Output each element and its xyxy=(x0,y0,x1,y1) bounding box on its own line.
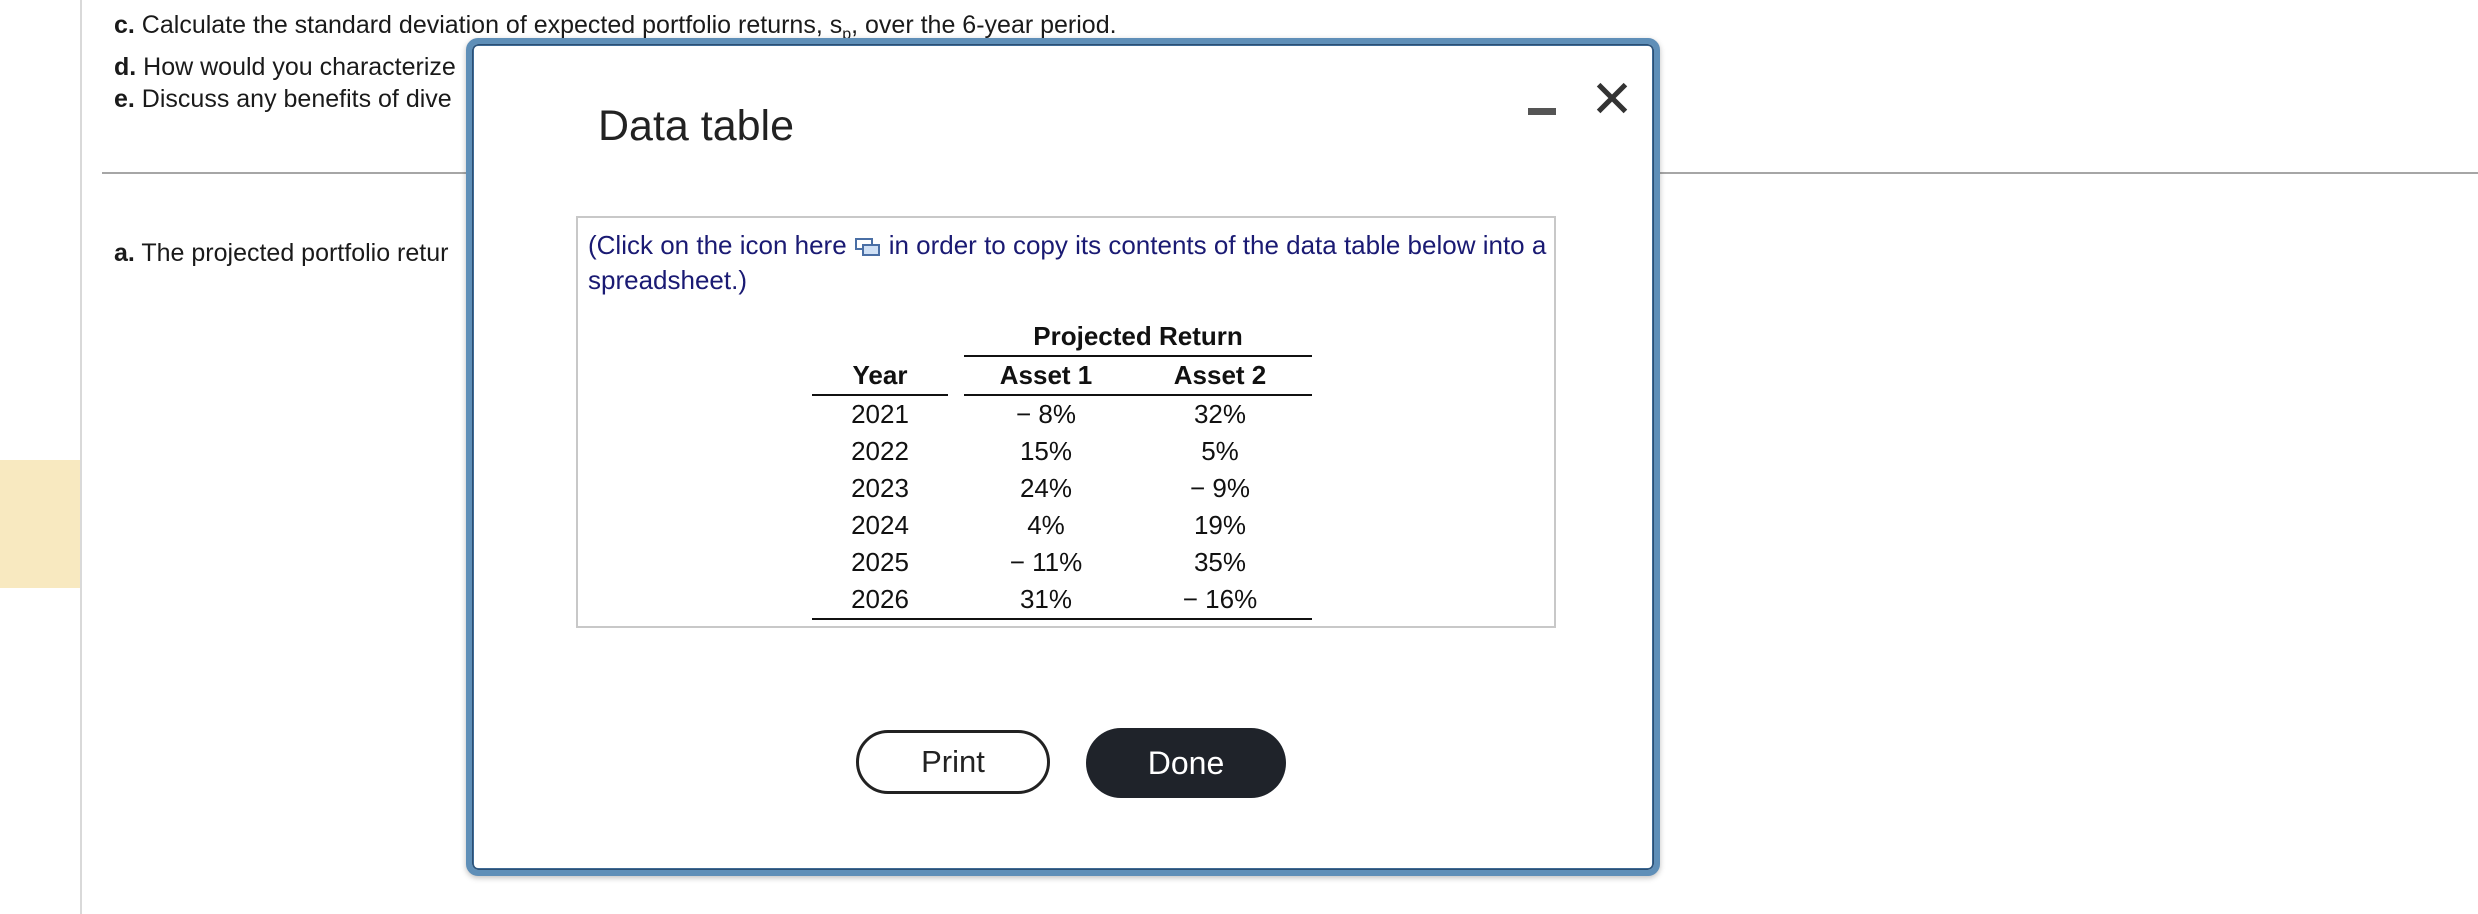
header-asset-1: Asset 1 xyxy=(964,356,1128,396)
data-table-box: (Click on the icon here in order to copy … xyxy=(576,216,1556,628)
section-divider-left xyxy=(102,172,472,174)
cell-asset-1: − 11% xyxy=(1009,547,1083,577)
header-asset-2: Asset 2 xyxy=(1128,356,1312,396)
copy-instruction-prefix: (Click on the icon here xyxy=(588,230,847,260)
print-button[interactable]: Print xyxy=(856,730,1050,794)
cell-asset-1: 4% xyxy=(1027,510,1065,540)
cell-asset-1: 15% xyxy=(1019,436,1073,466)
left-highlight-marker xyxy=(0,460,80,588)
table-row: 2025 − 11% 35% xyxy=(812,544,1312,581)
cell-asset-2: 19% xyxy=(1193,510,1247,540)
minimize-icon[interactable] xyxy=(1524,92,1560,128)
question-d: d. How would you characterize xyxy=(114,53,456,81)
cell-year: 2023 xyxy=(851,473,909,503)
cell-asset-1: − 8% xyxy=(1016,399,1076,429)
section-divider-right xyxy=(1660,172,2478,174)
header-year: Year xyxy=(812,356,948,396)
projected-return-table: Projected Return Year Asset 1 Asset 2 20… xyxy=(812,318,1312,620)
copy-instruction: (Click on the icon here in order to copy … xyxy=(588,228,1548,298)
answer-a: a. The projected portfolio retur xyxy=(114,239,449,267)
table-row: 2023 24% − 9% xyxy=(812,470,1312,507)
copy-to-spreadsheet-icon[interactable] xyxy=(854,236,881,258)
cell-year: 2026 xyxy=(812,581,948,620)
cell-asset-2: − 9% xyxy=(1190,473,1250,503)
cell-year: 2025 xyxy=(851,547,909,577)
cell-asset-2: 35% xyxy=(1193,547,1247,577)
question-e: e. Discuss any benefits of dive xyxy=(114,85,452,113)
table-row: 2022 15% 5% xyxy=(812,433,1312,470)
done-button[interactable]: Done xyxy=(1086,728,1286,798)
table-row: 2021 − 8% 32% xyxy=(812,395,1312,433)
cell-asset-2: 5% xyxy=(1201,436,1239,466)
dialog-title: Data table xyxy=(598,102,795,150)
table-row: 2024 4% 19% xyxy=(812,507,1312,544)
cell-year: 2021 xyxy=(851,399,909,429)
cell-year: 2022 xyxy=(851,436,909,466)
left-margin-rule xyxy=(80,0,82,914)
cell-asset-2: − 16% xyxy=(1128,581,1312,620)
cell-asset-1: 31% xyxy=(964,581,1128,620)
close-icon[interactable]: ✕ xyxy=(1590,74,1634,126)
cell-asset-1: 24% xyxy=(1019,473,1073,503)
table-row: 2026 31% − 16% xyxy=(812,581,1312,620)
group-header-projected-return: Projected Return xyxy=(964,318,1312,357)
cell-year: 2024 xyxy=(851,510,909,540)
data-table-dialog: Data table ✕ (Click on the icon here in o… xyxy=(466,38,1660,876)
cell-asset-2: 32% xyxy=(1193,399,1247,429)
